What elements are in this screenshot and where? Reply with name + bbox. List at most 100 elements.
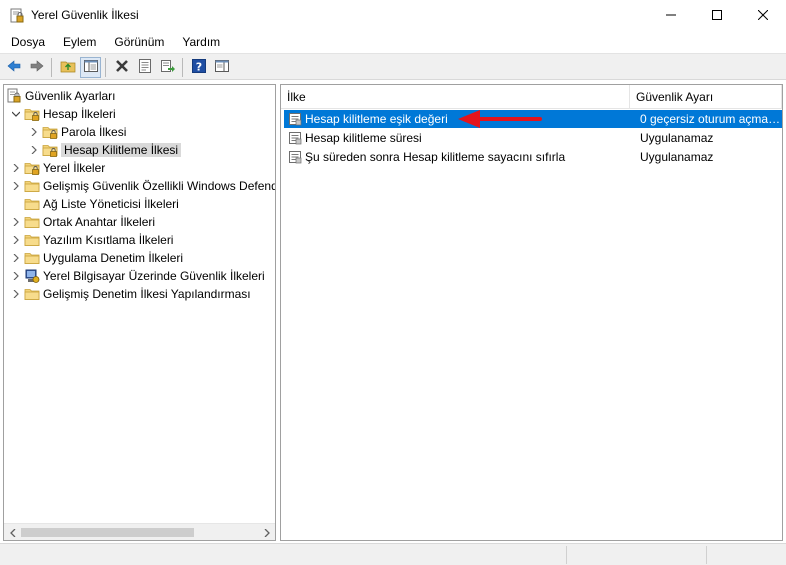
chevron-right-icon[interactable] [8,231,24,249]
tree-item-label: Uygulama Denetim İlkeleri [43,251,184,265]
folder-lock-icon [24,106,40,122]
menu-bar: Dosya Eylem Görünüm Yardım [0,31,786,53]
chevron-right-icon[interactable] [26,123,42,141]
folder-icon [24,196,40,212]
folder-icon [24,214,40,230]
up-folder-button[interactable] [57,57,78,78]
policy-setting-value: Uygulanamaz [640,150,714,164]
window-title: Yerel Güvenlik İlkesi [31,8,139,22]
show-hide-tree-icon [83,58,99,77]
status-cell [706,546,786,564]
policy-name: Hesap kilitleme süresi [305,131,422,145]
ip-security-icon [24,268,40,284]
tree-item[interactable]: Ortak Anahtar İlkeleri [8,213,155,231]
maximize-icon [712,9,722,23]
tree-item[interactable]: Yerel Bilgisayar Üzerinde Güvenlik İlkel… [8,267,265,285]
menu-file[interactable]: Dosya [4,31,52,53]
up-folder-icon [60,58,76,77]
show-hide-action-pane-icon [214,58,230,77]
properties-button[interactable] [134,57,155,78]
tree-item[interactable]: Hesap İlkeleri [8,105,116,123]
status-cell [566,546,706,564]
forward-icon [29,58,45,77]
chevron-right-icon[interactable] [8,285,24,303]
tree-item-label: Yazılım Kısıtlama İlkeleri [43,233,174,247]
title-bar[interactable]: Yerel Güvenlik İlkesi [0,0,786,31]
svg-text:?: ? [195,61,201,74]
chevron-right-icon[interactable] [26,141,42,159]
scrollbar-thumb[interactable] [21,528,194,537]
tree-item[interactable]: Parola İlkesi [26,123,126,141]
forward-button[interactable] [26,57,47,78]
tree-item[interactable]: Güvenlik Ayarları [6,87,116,105]
column-header-setting[interactable]: Güvenlik Ayarı [630,85,782,109]
menu-view[interactable]: Görünüm [107,31,171,53]
export-list-button[interactable] [157,57,178,78]
security-policy-icon [9,8,25,24]
tree-item[interactable]: Gelişmiş Güvenlik Özellikli Windows Defe… [8,177,276,195]
tree-item[interactable]: Gelişmiş Denetim İlkesi Yapılandırması [8,285,251,303]
close-button[interactable] [740,0,786,31]
chevron-right-icon[interactable] [8,249,24,267]
scroll-left-icon[interactable] [4,524,21,540]
delete-icon [114,58,130,77]
policy-setting-value: 0 geçersiz oturum açma ... [640,112,781,126]
tree-item[interactable]: Uygulama Denetim İlkeleri [8,249,183,267]
export-list-icon [160,58,176,77]
annotation-arrow [458,110,542,128]
help-button[interactable]: ? [188,57,209,78]
help-icon: ? [191,58,207,77]
policy-name: Şu süreden sonra Hesap kilitleme sayacın… [305,150,566,164]
chevron-right-icon[interactable] [8,267,24,285]
tree-item[interactable]: Ağ Liste Yöneticisi İlkeleri [8,195,179,213]
list-row[interactable]: Şu süreden sonra Hesap kilitleme sayacın… [284,148,782,166]
folder-lock-icon [42,142,58,158]
chevron-right-icon[interactable] [8,213,24,231]
back-button[interactable] [3,57,24,78]
folder-lock-icon [42,124,58,140]
sort-up-icon: ⌃ [453,84,462,92]
back-icon [6,58,22,77]
folder-icon [24,250,40,266]
tree-pane[interactable]: Güvenlik Ayarları Hesap İlkeleri Parola İl… [3,84,276,541]
chevron-right-icon[interactable] [8,159,24,177]
tree-item-label: Gelişmiş Güvenlik Özellikli Windows Defe… [43,179,276,193]
menu-help[interactable]: Yardım [175,31,227,53]
security-settings-icon [6,88,22,104]
list-row[interactable]: Hesap kilitleme süresi Uygulanamaz [284,129,782,147]
show-hide-action-pane-button[interactable] [211,57,232,78]
policy-setting-icon [288,112,302,126]
tree-item-label: Gelişmiş Denetim İlkesi Yapılandırması [43,287,251,301]
tree-expander-spacer [8,195,24,213]
folder-icon [24,178,40,194]
tree-item[interactable]: Yazılım Kısıtlama İlkeleri [8,231,173,249]
minimize-icon [666,9,676,23]
scroll-right-icon[interactable] [258,524,275,540]
folder-lock-icon [24,160,40,176]
delete-button[interactable] [111,57,132,78]
policy-setting-icon [288,150,302,164]
tree-item-label: Ortak Anahtar İlkeleri [43,215,156,229]
show-hide-tree-button[interactable] [80,57,101,78]
policy-setting-value: Uygulanamaz [640,131,714,145]
status-bar [0,543,786,565]
column-header-setting-label: Güvenlik Ayarı [636,89,714,104]
tree-item[interactable]: Yerel İlkeler [8,159,105,177]
policy-setting-icon [288,131,302,145]
details-pane[interactable]: ⌃ İlke Güvenlik Ayarı Hesap kilitleme eş… [280,84,783,541]
minimize-button[interactable] [648,0,694,31]
tree-horizontal-scrollbar[interactable] [4,523,275,540]
chevron-right-icon[interactable] [8,177,24,195]
menu-action[interactable]: Eylem [56,31,103,53]
tree-item-label: Hesap Kilitleme İlkesi [61,143,182,157]
folder-icon [24,286,40,302]
tree-item-label: Hesap İlkeleri [43,107,116,121]
properties-icon [137,58,153,77]
column-header-policy[interactable]: ⌃ İlke [281,85,630,109]
tree-item-label: Parola İlkesi [61,125,127,139]
tree-item[interactable]: Hesap Kilitleme İlkesi [26,141,182,159]
close-icon [757,9,769,23]
maximize-button[interactable] [694,0,740,31]
chevron-down-icon[interactable] [8,105,24,123]
tree-item-label: Yerel Bilgisayar Üzerinde Güvenlik İlkel… [43,269,265,283]
